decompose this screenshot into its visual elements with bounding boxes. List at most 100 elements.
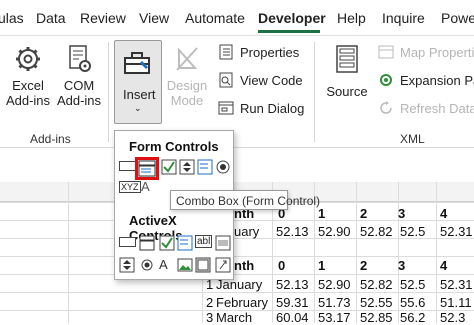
cell-value[interactable]: 51.73 xyxy=(318,295,351,310)
cell-header[interactable]: 1 xyxy=(318,258,325,273)
cell-header[interactable]: 4 xyxy=(440,258,447,273)
group-box-control-icon[interactable]: XYZ xyxy=(119,181,141,193)
spin-button-control-icon[interactable] xyxy=(179,159,195,175)
row-divider xyxy=(0,292,474,293)
tab-help[interactable]: Help xyxy=(337,10,366,26)
activex-button-icon[interactable] xyxy=(119,237,136,247)
insert-controls-button[interactable]: Insert ⌄ xyxy=(114,40,162,124)
activex-image-icon[interactable] xyxy=(177,257,193,273)
activex-checkbox-icon[interactable] xyxy=(159,235,175,251)
column-divider xyxy=(356,182,357,323)
ribbon-tabs: ulas Data Review View Automate Developer… xyxy=(0,0,474,36)
activex-scroll-bar-icon[interactable] xyxy=(215,235,231,251)
com-addins-label-1: COM xyxy=(63,78,95,93)
worksheet[interactable]: nth 0 1 2 3 4 uary 52.13 52.90 52.82 52.… xyxy=(0,148,474,325)
cell-value[interactable]: 59.31 xyxy=(276,295,309,310)
design-mode-button[interactable]: Design Mode xyxy=(166,44,208,108)
tab-power[interactable]: Powe xyxy=(441,10,474,26)
design-mode-label-1: Design xyxy=(166,78,208,93)
tab-review[interactable]: Review xyxy=(80,10,126,26)
insert-label: Insert xyxy=(123,87,156,102)
activex-text-box-icon[interactable]: abl xyxy=(195,235,213,248)
refresh-data-label: Refresh Data xyxy=(400,100,474,116)
cell-value[interactable]: 52.5 xyxy=(400,224,425,239)
cell-value[interactable]: 52.5 xyxy=(400,277,425,292)
cell-value[interactable]: 52.90 xyxy=(318,277,351,292)
column-divider xyxy=(68,182,69,323)
expansion-packs-button[interactable]: Expansion Pac xyxy=(378,72,474,88)
run-dialog-icon xyxy=(218,101,234,115)
activex-combo-box-icon[interactable] xyxy=(139,235,155,251)
activex-label-icon[interactable]: A xyxy=(159,257,168,272)
design-mode-label-2: Mode xyxy=(170,93,204,108)
list-box-control-icon[interactable] xyxy=(197,159,213,175)
cell-header[interactable]: 2 xyxy=(360,206,367,221)
cell-value[interactable]: 52.13 xyxy=(276,277,309,292)
combo-box-glyph xyxy=(138,160,156,177)
cell-header[interactable]: nth xyxy=(234,258,254,273)
ribbon: Excel Add-ins COM Add-ins Add-ins Insert… xyxy=(0,36,474,148)
form-controls-heading: Form Controls xyxy=(129,139,219,154)
combo-box-control-icon[interactable] xyxy=(135,157,159,180)
com-addins-button[interactable]: COM Add-ins xyxy=(54,44,104,108)
activex-toggle-button-icon[interactable] xyxy=(195,257,211,273)
properties-button[interactable]: Properties xyxy=(218,44,299,60)
refresh-data-button[interactable]: Refresh Data xyxy=(378,100,474,116)
row-divider xyxy=(0,256,474,257)
cell-value[interactable]: 52.31 xyxy=(440,277,473,292)
activex-spin-button-icon[interactable] xyxy=(119,257,135,273)
row-divider xyxy=(0,274,474,275)
active-tab-indicator xyxy=(258,30,320,33)
cell-value[interactable]: 51.11 xyxy=(440,295,472,310)
tab-formulas[interactable]: ulas xyxy=(0,10,24,26)
cell-value[interactable]: 52.13 xyxy=(276,224,309,239)
gear-icon xyxy=(16,47,40,71)
option-button-control-icon[interactable] xyxy=(215,159,231,175)
cell-header[interactable]: 1 xyxy=(318,206,325,221)
design-mode-icon xyxy=(176,47,198,71)
activex-option-button-icon[interactable] xyxy=(139,257,155,273)
tab-developer[interactable]: Developer xyxy=(258,10,326,26)
cell-header[interactable]: 2 xyxy=(360,258,367,273)
cell-header[interactable]: 4 xyxy=(440,206,447,221)
tab-automate[interactable]: Automate xyxy=(185,10,245,26)
label-control-icon[interactable]: A xyxy=(141,179,150,194)
activex-list-box-icon[interactable] xyxy=(177,235,193,251)
properties-icon xyxy=(219,44,233,60)
expansion-packs-icon xyxy=(380,74,392,86)
map-properties-label: Map Propertie xyxy=(400,44,474,60)
cell-value[interactable]: 52.90 xyxy=(318,224,351,239)
excel-addins-button[interactable]: Excel Add-ins xyxy=(4,44,52,108)
cell-value[interactable]: 52.31 xyxy=(440,224,473,239)
group-separator xyxy=(314,42,315,142)
cell-header[interactable]: 3 xyxy=(398,258,405,273)
cell-value[interactable]: 52.82 xyxy=(360,277,393,292)
cell-month[interactable]: uary xyxy=(234,224,259,239)
tooltip-text: Combo Box (Form Control) xyxy=(176,194,321,208)
properties-label: Properties xyxy=(240,44,300,60)
source-button[interactable]: Source xyxy=(322,44,372,99)
run-dialog-button[interactable]: Run Dialog xyxy=(218,100,304,116)
view-code-button[interactable]: View Code xyxy=(218,72,303,88)
column-divider xyxy=(436,182,437,323)
checkbox-control-icon[interactable] xyxy=(161,159,177,175)
chevron-down-icon: ⌄ xyxy=(134,103,142,113)
com-addins-icon xyxy=(69,45,91,72)
com-addins-label-2: Add-ins xyxy=(56,93,102,108)
cell-value[interactable]: 55.6 xyxy=(400,295,425,310)
cell-index[interactable]: 2 xyxy=(206,295,213,310)
map-properties-button[interactable]: Map Propertie xyxy=(378,44,474,60)
excel-addins-label-2: Add-ins xyxy=(5,93,51,108)
cell-header[interactable]: 0 xyxy=(278,258,285,273)
tab-view[interactable]: View xyxy=(139,10,169,26)
tab-inquire[interactable]: Inquire xyxy=(382,10,425,26)
cell-value[interactable]: 52.82 xyxy=(360,224,393,239)
more-controls-icon[interactable] xyxy=(215,257,231,273)
map-properties-icon xyxy=(378,45,394,59)
cell-month[interactable]: February xyxy=(216,295,268,310)
tab-data[interactable]: Data xyxy=(36,10,66,26)
view-code-icon xyxy=(219,72,233,88)
cell-header[interactable]: 3 xyxy=(398,206,405,221)
cell-value[interactable]: 52.55 xyxy=(360,295,393,310)
button-control-icon[interactable] xyxy=(119,161,136,171)
